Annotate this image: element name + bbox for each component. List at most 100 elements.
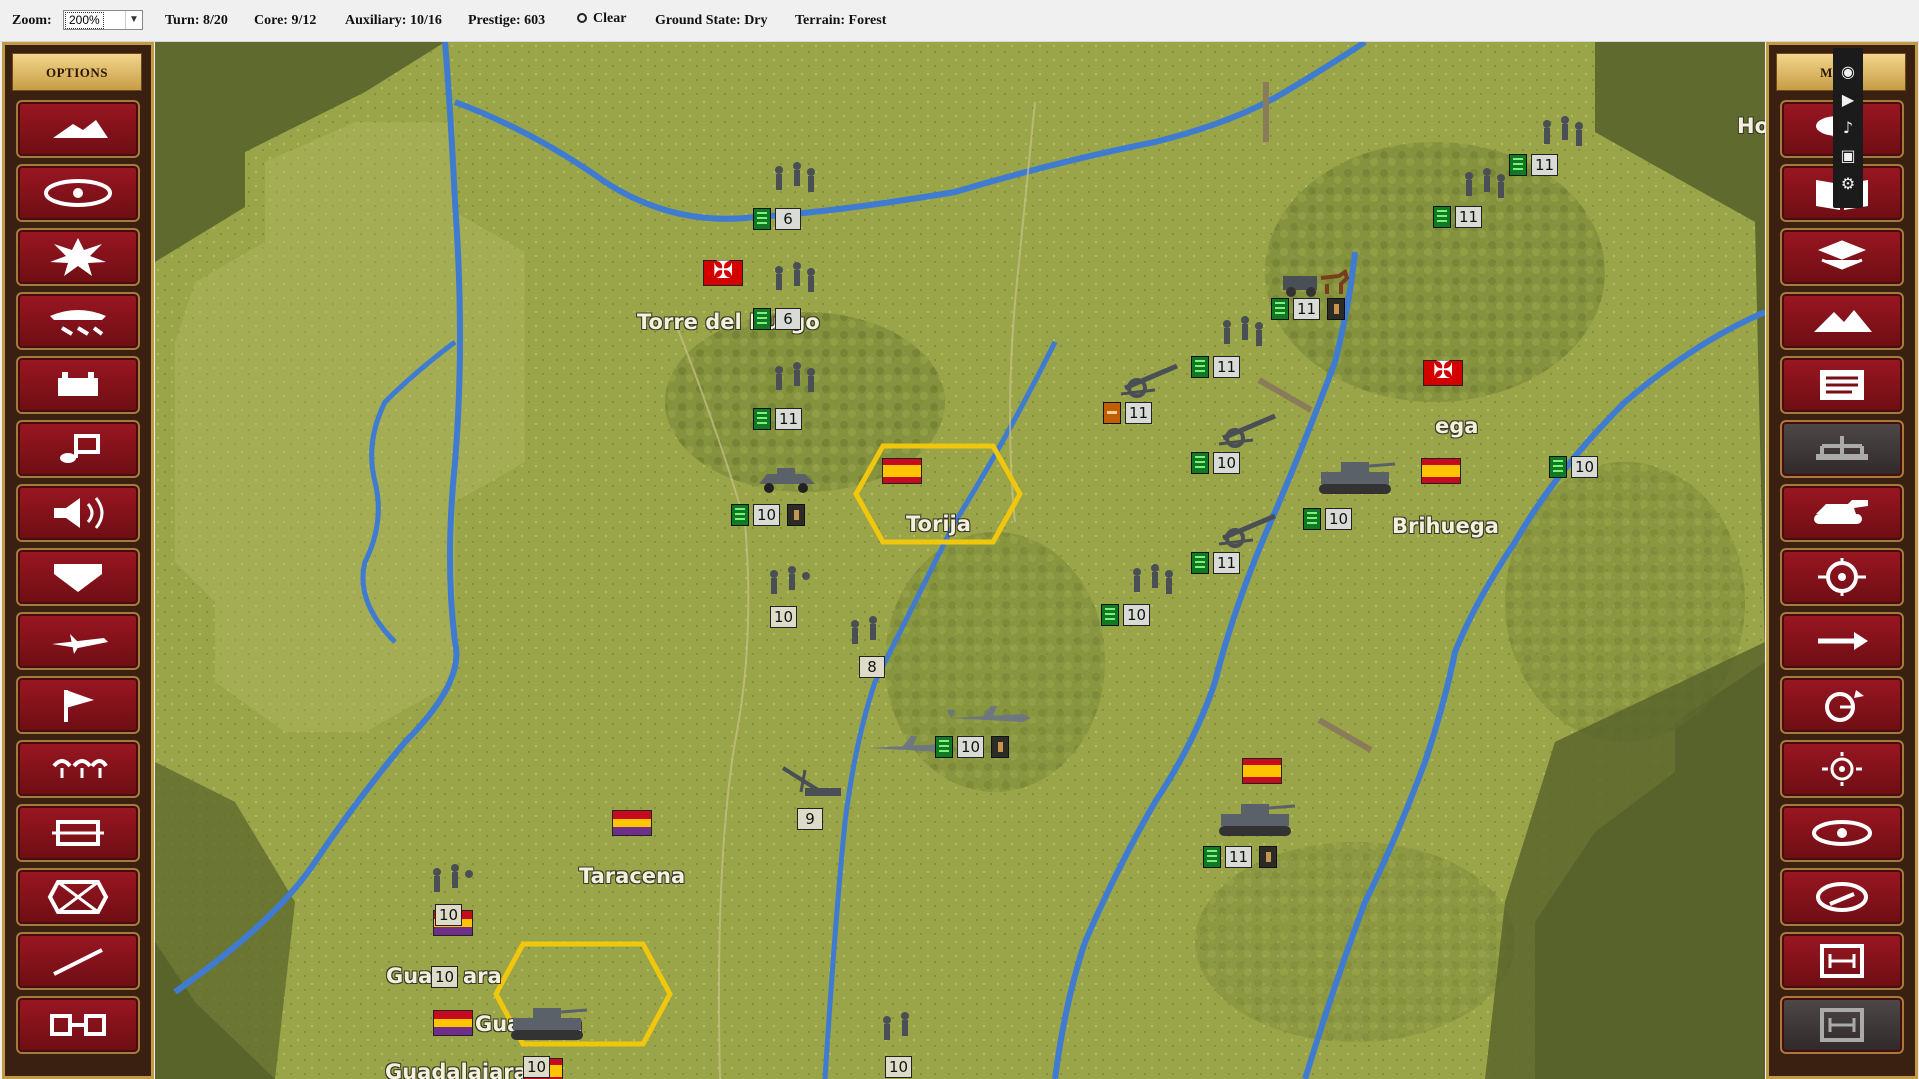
link-button[interactable] xyxy=(16,996,140,1054)
ammo-badge xyxy=(1327,298,1345,320)
experience-badge xyxy=(1191,452,1209,474)
explosion-button[interactable] xyxy=(16,228,140,286)
experience-badge xyxy=(1271,298,1289,320)
target-icon xyxy=(1818,558,1866,596)
german-flag xyxy=(703,256,743,286)
tank-icon xyxy=(1814,500,1868,524)
experience-badge xyxy=(753,408,771,430)
terrain-view-button[interactable] xyxy=(1780,292,1904,350)
infantry-icon xyxy=(775,162,815,192)
aircraft-icon xyxy=(947,706,1031,722)
artillery-icon xyxy=(1218,513,1276,548)
next-unit-button[interactable] xyxy=(1780,612,1904,670)
weather-status: Clear xyxy=(577,11,626,27)
hierarchy-button[interactable] xyxy=(1780,420,1904,478)
scope-button[interactable] xyxy=(1780,740,1904,798)
sound-button[interactable] xyxy=(16,420,140,478)
clock-icon xyxy=(1825,690,1864,722)
unit-strength: 10 xyxy=(885,1056,913,1078)
artillery-icon xyxy=(1218,413,1276,448)
shield-button[interactable] xyxy=(16,548,140,606)
city-torija[interactable]: Torija xyxy=(906,512,971,536)
infantry-icon xyxy=(433,864,473,892)
unit-strength: 11 xyxy=(1125,402,1153,424)
unit-strength: 10 xyxy=(523,1056,551,1078)
tank-icon xyxy=(511,1008,588,1040)
purchase-button[interactable] xyxy=(16,740,140,798)
city-taracena[interactable]: Taracena xyxy=(579,864,685,888)
purchase-icon xyxy=(52,759,108,778)
line-of-sight-button[interactable] xyxy=(16,164,140,222)
ammo-badge xyxy=(1259,846,1277,868)
unit-strength: 9 xyxy=(797,808,823,830)
flag-icon xyxy=(64,690,94,722)
german-flag xyxy=(1423,356,1463,386)
game-map[interactable]: Torre del Burgo Torija Brihuega Taracena… xyxy=(155,42,1765,1079)
frame-icon xyxy=(52,820,104,846)
disembark-button[interactable] xyxy=(1780,996,1904,1054)
mic-icon[interactable]: ♪ xyxy=(1838,118,1858,138)
deploy-button[interactable] xyxy=(1780,868,1904,926)
arrow-line-icon xyxy=(53,948,103,976)
terrain-button[interactable] xyxy=(16,100,140,158)
anti-air-icon xyxy=(781,766,841,796)
ammo-badge xyxy=(991,736,1009,758)
experience-badge xyxy=(1433,206,1451,228)
hex-grid-button[interactable] xyxy=(16,868,140,926)
zoom-value[interactable]: 200% xyxy=(65,12,104,29)
end-turn-button[interactable] xyxy=(1780,676,1904,734)
turn-counter: Turn: 8/20 xyxy=(165,13,228,28)
unit-strength: 10 xyxy=(753,504,781,526)
loudspeaker-button[interactable] xyxy=(16,484,140,542)
experience-badge xyxy=(935,736,953,758)
camera-icon[interactable]: ◉ xyxy=(1838,62,1858,82)
infantry-icon xyxy=(1223,316,1263,346)
layers-button[interactable] xyxy=(1780,228,1904,286)
horse-artillery-icon xyxy=(1283,268,1350,297)
experience-badge xyxy=(1203,846,1221,868)
eye-icon xyxy=(1812,820,1872,846)
infantry-icon xyxy=(1133,564,1173,594)
prestige: Prestige: 603 xyxy=(468,13,546,28)
chevron-down-icon[interactable]: ▼ xyxy=(125,11,142,29)
spanish-flag xyxy=(882,458,922,484)
city-brihuega[interactable]: Brihuega xyxy=(1392,514,1499,538)
partial-city-label[interactable]: Guadalajara xyxy=(385,1060,528,1079)
unit-strength: 11 xyxy=(1213,552,1241,574)
window-icon[interactable]: ▣ xyxy=(1838,146,1858,166)
partial-city-label[interactable]: ega xyxy=(1435,414,1478,438)
partial-city-label[interactable]: Gua xyxy=(386,964,432,988)
infantry-icon xyxy=(775,362,815,392)
hierarchy-icon xyxy=(1816,436,1868,460)
video-icon[interactable]: ▶ xyxy=(1838,90,1858,110)
target-button[interactable] xyxy=(1780,548,1904,606)
link-icon xyxy=(50,1014,106,1036)
experience-badge xyxy=(1101,604,1119,626)
tank-icon xyxy=(1319,462,1396,494)
unit-strength: 10 xyxy=(770,606,798,628)
weather-text: Clear xyxy=(593,11,627,26)
tank-button[interactable] xyxy=(1780,484,1904,542)
infantry-icon xyxy=(770,566,810,594)
news-button[interactable] xyxy=(1780,356,1904,414)
zoom-label: Zoom: xyxy=(12,13,52,28)
ammo-badge xyxy=(787,504,805,526)
infantry-icon xyxy=(883,1012,909,1040)
air-units-button[interactable] xyxy=(16,292,140,350)
gear-icon[interactable]: ⚙ xyxy=(1838,174,1858,194)
line-button[interactable] xyxy=(16,932,140,990)
frame-button[interactable] xyxy=(16,804,140,862)
partial-city-label[interactable]: ara xyxy=(463,964,502,988)
unit-strength: 10 xyxy=(1213,452,1241,474)
zoom-select[interactable]: 200% ▼ xyxy=(63,10,143,30)
spanish-flag xyxy=(1421,458,1461,484)
flag-button[interactable] xyxy=(16,676,140,734)
embark-button[interactable] xyxy=(1780,932,1904,990)
spanish-flag xyxy=(1242,758,1282,784)
supply-button[interactable] xyxy=(16,356,140,414)
partial-city-label[interactable]: Ho xyxy=(1737,114,1765,138)
scope-icon xyxy=(1822,752,1862,786)
observe-button[interactable] xyxy=(1780,804,1904,862)
aircraft-button[interactable] xyxy=(16,612,140,670)
options-header[interactable]: OPTIONS xyxy=(12,53,142,91)
